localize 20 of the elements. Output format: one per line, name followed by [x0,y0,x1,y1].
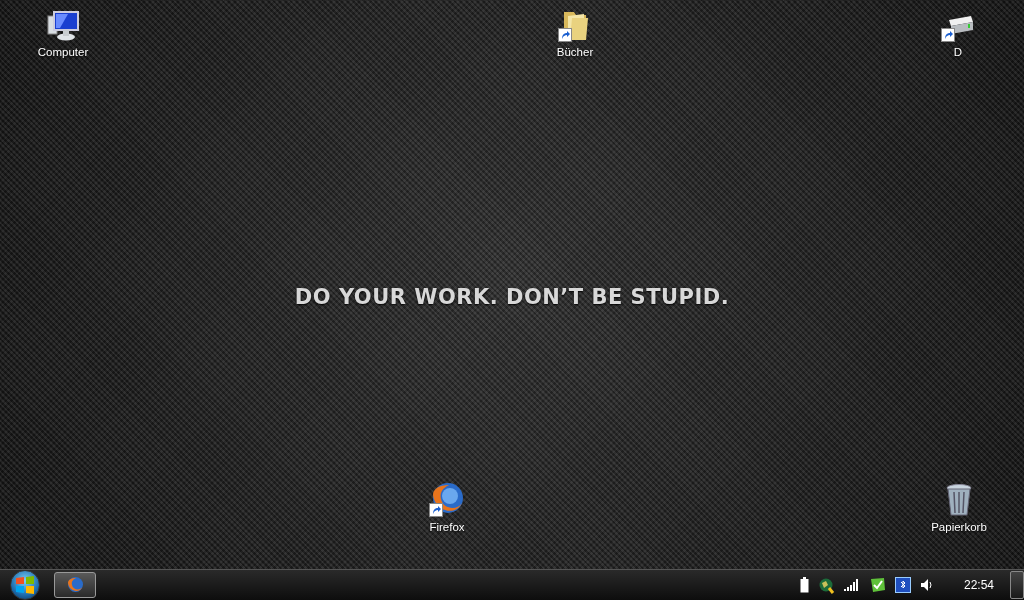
globe-icon[interactable] [817,576,835,594]
clock[interactable]: 22:54 [963,578,994,592]
start-button[interactable] [10,570,40,600]
volume-icon[interactable] [919,578,934,592]
firefox-icon [66,576,84,594]
battery-icon[interactable] [799,577,809,593]
desktop-icon[interactable]: Firefox [407,481,487,533]
desktop-icon[interactable]: D [918,6,998,58]
signal-bars-icon[interactable] [843,579,860,591]
wallpaper-slogan: DO YOUR WORK. DON’T BE STUPID. [293,285,731,309]
desktop-icon[interactable]: Bücher [535,6,615,58]
recycle-bin-icon [945,483,973,517]
windows-logo-icon [15,575,35,595]
computer-icon [46,10,80,42]
desktop-icon[interactable]: Computer [23,6,103,58]
bluetooth-icon[interactable] [894,577,911,593]
checkmark-icon[interactable] [868,577,886,593]
desktop-icon[interactable]: Papierkorb [919,481,999,533]
taskbar-button[interactable] [54,572,96,598]
show-desktop-button[interactable] [1010,571,1024,599]
